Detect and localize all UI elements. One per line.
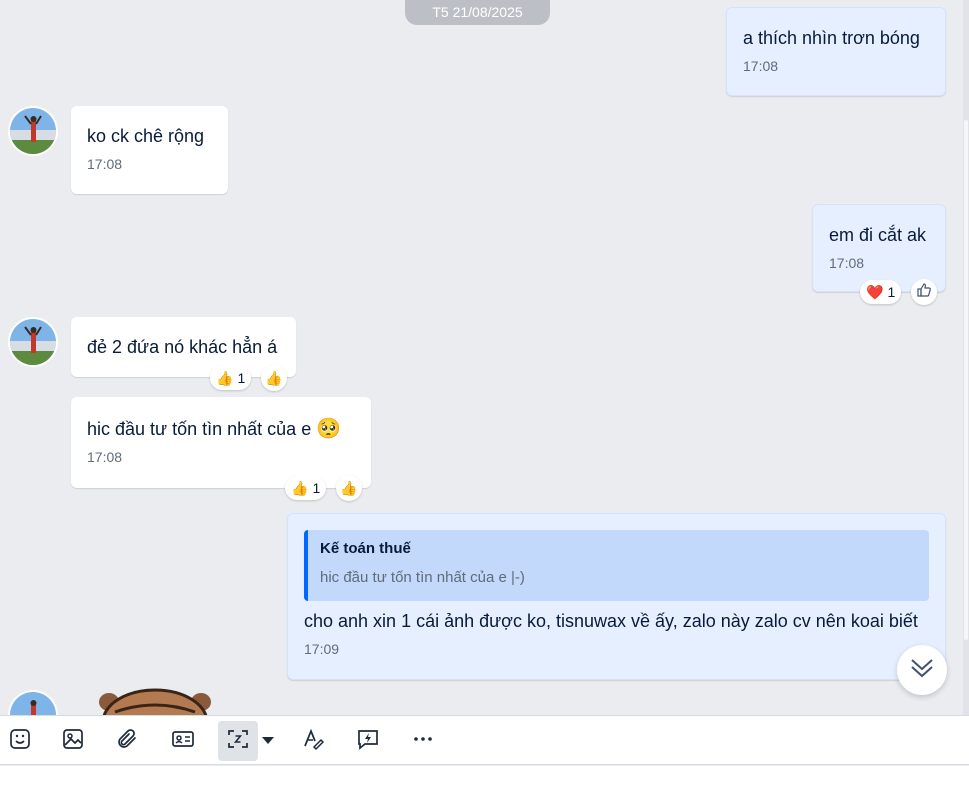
quick-message-button[interactable] [348, 721, 388, 761]
message-bubble-outgoing[interactable]: a thích nhìn trơn bóng 17:08 [726, 7, 946, 96]
avatar[interactable] [8, 106, 58, 156]
quoted-sender: Kế toán thuế [320, 540, 411, 557]
date-separator: T5 21/08/2025 [405, 0, 550, 25]
reaction-count: 1 [237, 370, 246, 386]
thumbs-up-outline-icon [916, 282, 932, 303]
reaction-badge[interactable]: 👍 1 [210, 366, 252, 390]
like-reaction-button[interactable] [911, 279, 937, 305]
image-button[interactable] [53, 721, 93, 761]
image-icon [61, 727, 85, 756]
message-bubble-outgoing[interactable]: Kế toán thuế hic đầu tư tốn tìn nhất của… [287, 513, 946, 680]
message-bubble-incoming[interactable]: hic đầu tư tốn tìn nhất của e 🥺 17:08 [71, 397, 371, 488]
message-text: em đi cắt ak [829, 225, 927, 245]
message-text-row: hic đầu tư tốn tìn nhất của e 🥺 [87, 417, 355, 441]
thumbs-up-icon: 👍 [340, 479, 358, 496]
more-options-button[interactable] [403, 721, 443, 761]
chevron-double-down-icon [908, 654, 936, 687]
message-time: 17:09 [304, 641, 340, 657]
reaction-badge[interactable]: ❤️ 1 [860, 280, 902, 304]
quick-message-icon [356, 727, 380, 756]
sticker-icon [8, 727, 32, 756]
message-text: đẻ 2 đứa nó khác hẳn á [87, 337, 278, 357]
sticker-button[interactable] [0, 721, 40, 761]
message-input-area[interactable] [0, 766, 969, 787]
contact-card-button[interactable] [163, 721, 203, 761]
thumbs-up-icon: 👍 [265, 369, 283, 386]
thumbs-up-emoji: 👍 [291, 479, 309, 496]
attachment-icon [115, 727, 139, 756]
scroll-to-bottom-button[interactable] [897, 645, 947, 695]
message-text: ko ck chê rộng [87, 126, 205, 146]
contact-card-icon [171, 727, 195, 756]
message-text: a thích nhìn trơn bóng [743, 28, 920, 48]
quoted-message[interactable]: Kế toán thuế hic đầu tư tốn tìn nhất của… [304, 530, 929, 601]
scrollbar[interactable] [963, 0, 969, 715]
screenshot-icon [226, 727, 250, 756]
text-format-button[interactable] [293, 721, 333, 761]
screenshot-options-dropdown[interactable] [258, 721, 278, 761]
sticker-image[interactable] [95, 688, 215, 716]
like-reaction-button[interactable]: 👍 [336, 475, 362, 501]
screenshot-button[interactable] [218, 721, 258, 761]
message-time: 17:08 [87, 156, 123, 172]
heart-emoji: ❤️ [866, 283, 884, 300]
avatar[interactable] [8, 690, 58, 715]
message-bubble-incoming[interactable]: đẻ 2 đứa nó khác hẳn á [71, 317, 296, 377]
more-icon [411, 727, 435, 756]
thumbs-up-emoji: 👍 [216, 369, 234, 386]
dropdown-caret-icon [262, 732, 274, 750]
message-time: 17:08 [743, 58, 779, 74]
reaction-count: 1 [312, 480, 321, 496]
message-time: 17:08 [829, 255, 865, 271]
message-bubble-incoming[interactable]: ko ck chê rộng 17:08 [71, 106, 228, 194]
composer-toolbar [0, 715, 969, 765]
message-time: 17:08 [87, 449, 123, 465]
message-text: hic đầu tư tốn tìn nhất của e [87, 419, 312, 439]
reaction-count: 1 [887, 284, 896, 300]
attach-file-button[interactable] [107, 721, 147, 761]
like-reaction-button[interactable]: 👍 [261, 365, 287, 391]
pleading-face-emoji: 🥺 [316, 418, 342, 440]
text-format-icon [301, 727, 325, 756]
message-text: cho anh xin 1 cái ảnh được ko, tisnuwax … [304, 611, 918, 631]
avatar[interactable] [8, 317, 58, 367]
quoted-text: hic đầu tư tốn tìn nhất của e |-) [320, 569, 525, 586]
scrollbar-thumb[interactable] [964, 120, 968, 640]
reaction-badge[interactable]: 👍 1 [285, 476, 327, 500]
